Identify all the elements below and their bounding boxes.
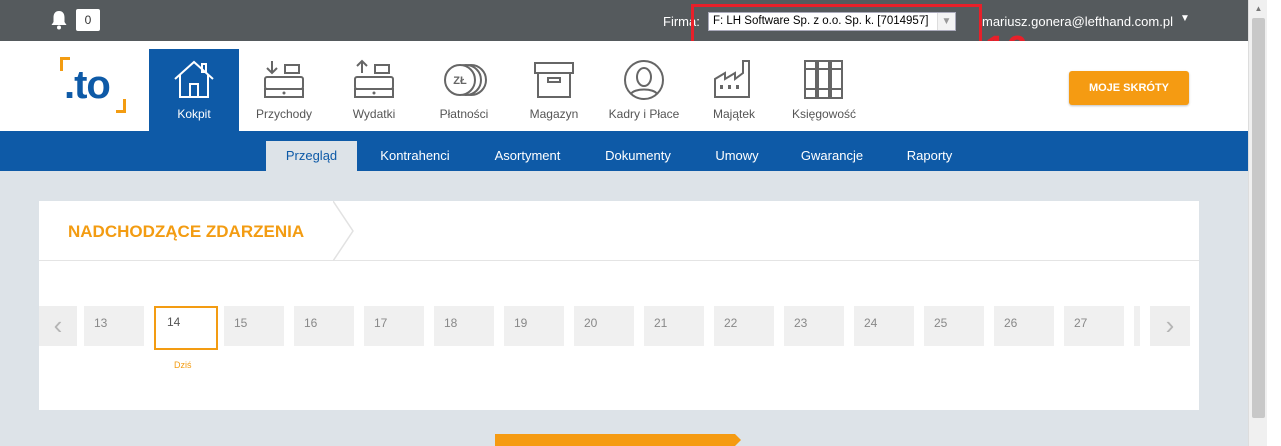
- calendar-day-partial: [1134, 306, 1140, 346]
- binders-icon: [804, 60, 843, 99]
- sub-navigation: Przegląd Kontrahenci Asortyment Dokument…: [0, 131, 1248, 171]
- panel-title: NADCHODZĄCE ZDARZENIA: [68, 222, 305, 241]
- module-label: Majątek: [712, 107, 756, 121]
- today-label: Dziś: [174, 360, 192, 370]
- chevron-right-icon: [333, 201, 354, 261]
- scroll-up-icon[interactable]: ▲: [1249, 0, 1268, 18]
- calendar-prev-button[interactable]: ‹: [39, 306, 77, 346]
- top-bar: 0 Firma: F: LH Software Sp. z o.o. Sp. k…: [0, 0, 1248, 41]
- calendar-day[interactable]: 19: [504, 306, 564, 346]
- subnav-kontrahenci[interactable]: Kontrahenci: [367, 141, 463, 171]
- module-label: Wydatki: [352, 107, 396, 121]
- module-label: Kadry i Płace: [608, 107, 680, 121]
- calendar-day[interactable]: 18: [434, 306, 494, 346]
- module-kokpit[interactable]: Kokpit: [149, 49, 239, 131]
- calendar-day[interactable]: 22: [714, 306, 774, 346]
- logo-text: .to: [64, 63, 111, 107]
- expense-register-icon: [354, 59, 394, 98]
- calendar-day[interactable]: 23: [784, 306, 844, 346]
- calendar-day[interactable]: 13: [84, 306, 144, 346]
- vertical-scrollbar[interactable]: ▲: [1248, 0, 1267, 446]
- calendar-day[interactable]: 25: [924, 306, 984, 346]
- upcoming-events-panel: NADCHODZĄCE ZDARZENIA ‹ 13 14 15 16 17 1…: [39, 201, 1199, 410]
- bell-icon[interactable]: [50, 10, 68, 30]
- subnav-dokumenty[interactable]: Dokumenty: [594, 141, 682, 171]
- subnav-raporty[interactable]: Raporty: [892, 141, 967, 171]
- module-platnosci[interactable]: ZŁ Płatności: [419, 49, 509, 131]
- calendar-day[interactable]: 26: [994, 306, 1054, 346]
- calendar-day[interactable]: 27: [1064, 306, 1124, 346]
- calendar-day-today[interactable]: 14: [154, 306, 218, 350]
- user-email[interactable]: mariusz.gonera@lefthand.com.pl: [982, 14, 1173, 29]
- subnav-asortyment[interactable]: Asortyment: [480, 141, 575, 171]
- caret-down-icon[interactable]: ▼: [1180, 13, 1190, 24]
- module-kadry[interactable]: Kadry i Płace: [599, 49, 689, 131]
- module-label: Magazyn: [529, 107, 579, 121]
- svg-text:ZŁ: ZŁ: [453, 75, 467, 87]
- income-register-icon: [264, 61, 304, 98]
- subnav-gwarancje[interactable]: Gwarancje: [790, 141, 874, 171]
- my-shortcuts-button[interactable]: MOJE SKRÓTY: [1069, 71, 1189, 105]
- calendar-day[interactable]: 20: [574, 306, 634, 346]
- calendar-day[interactable]: 21: [644, 306, 704, 346]
- module-label: Księgowość: [791, 107, 857, 121]
- panel-header: NADCHODZĄCE ZDARZENIA: [39, 201, 1199, 261]
- calendar-day[interactable]: 15: [224, 306, 284, 346]
- module-label: Płatności: [439, 107, 489, 121]
- calendar-next-button[interactable]: ›: [1150, 306, 1190, 346]
- factory-icon: [714, 60, 750, 98]
- module-magazyn[interactable]: Magazyn: [509, 49, 599, 131]
- bottom-orange-tab[interactable]: [495, 434, 735, 446]
- coins-icon: ZŁ: [444, 64, 487, 96]
- calendar-day[interactable]: 24: [854, 306, 914, 346]
- calendar-day[interactable]: 17: [364, 306, 424, 346]
- subnav-umowy[interactable]: Umowy: [702, 141, 772, 171]
- module-ksiegowosc[interactable]: Księgowość: [779, 49, 869, 131]
- notification-count[interactable]: 0: [76, 9, 100, 31]
- home-icon: [174, 60, 214, 98]
- module-majatek[interactable]: Majątek: [689, 49, 779, 131]
- calendar-day[interactable]: 16: [294, 306, 354, 346]
- module-label: Kokpit: [177, 107, 211, 121]
- window-gutter: [1267, 0, 1281, 446]
- subnav-przeglad[interactable]: Przegląd: [266, 141, 357, 171]
- module-header: .to Kokpit Przychody Wydatki ZŁ Płatnośc…: [0, 41, 1248, 131]
- module-przychody[interactable]: Przychody: [239, 49, 329, 131]
- scroll-thumb[interactable]: [1252, 18, 1265, 418]
- person-icon: [624, 60, 664, 100]
- bottom-tab-tip: [735, 434, 741, 446]
- module-wydatki[interactable]: Wydatki: [329, 49, 419, 131]
- storage-box-icon: [534, 62, 574, 98]
- module-label: Przychody: [255, 107, 313, 121]
